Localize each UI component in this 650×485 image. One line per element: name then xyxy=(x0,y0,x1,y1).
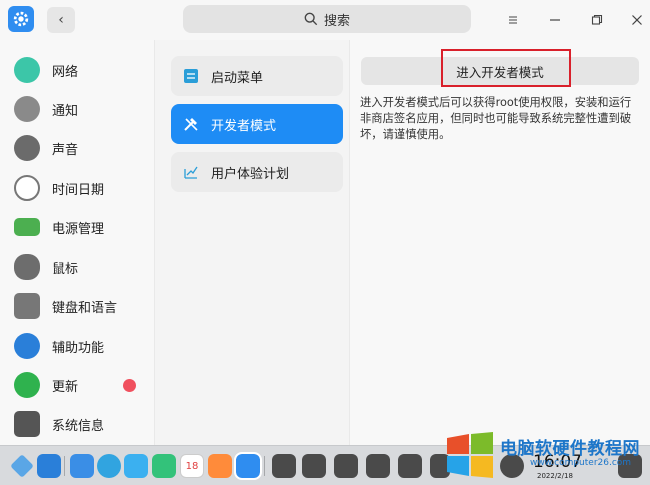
title-bar: ‹ 搜索 xyxy=(0,0,650,40)
menu-item-label: 启动菜单 xyxy=(211,70,264,86)
keyboard-icon xyxy=(14,293,40,319)
bell-icon xyxy=(14,96,40,122)
sidebar-item-update[interactable]: 更新 xyxy=(0,367,154,403)
search-icon xyxy=(304,12,318,26)
watermark-title: 电脑软硬件教程网 xyxy=(500,439,640,459)
keyboard-tray-icon[interactable] xyxy=(302,454,326,478)
sidebar-item-network[interactable]: 网络 xyxy=(0,52,154,88)
home-icon[interactable] xyxy=(37,454,61,478)
sidebar-item-label: 网络 xyxy=(52,64,79,80)
calendar-icon[interactable]: 18 xyxy=(180,454,204,478)
sidebar-item-label: 时间日期 xyxy=(52,182,105,198)
menu-item-user-experience[interactable]: 用户体验计划 xyxy=(171,152,343,192)
general-settings-menu: 启动菜单 开发者模式 用户体验计划 xyxy=(154,40,350,445)
gear-icon xyxy=(13,11,29,27)
launcher-icon[interactable] xyxy=(10,454,34,478)
dock-separator xyxy=(64,456,65,476)
network-icon xyxy=(14,57,40,83)
minimize-button[interactable] xyxy=(545,10,565,30)
sidebar-item-power[interactable]: 电源管理 xyxy=(0,209,154,245)
watermark-logo xyxy=(447,432,493,478)
menu-item-developer-mode[interactable]: 开发者模式 xyxy=(171,104,343,144)
sidebar-item-datetime[interactable]: 时间日期 xyxy=(0,170,154,206)
image-viewer-icon[interactable] xyxy=(124,454,148,478)
dock-separator xyxy=(264,456,265,476)
sidebar-item-keyboard[interactable]: 键盘和语言 xyxy=(0,288,154,324)
menu-item-boot-menu[interactable]: 启动菜单 xyxy=(171,56,343,96)
highlight-box xyxy=(441,49,571,87)
hamburger-menu-icon xyxy=(509,16,517,24)
menu-item-label: 开发者模式 xyxy=(211,118,277,134)
restore-button[interactable] xyxy=(587,10,607,30)
search-input[interactable]: 搜索 xyxy=(183,5,471,33)
browser-icon[interactable] xyxy=(97,454,121,478)
app-store-icon[interactable] xyxy=(208,454,232,478)
calendar-day: 18 xyxy=(185,460,199,472)
network-tray-icon[interactable] xyxy=(398,454,422,478)
speaker-icon xyxy=(14,135,40,161)
sidebar-item-label: 鼠标 xyxy=(52,261,79,277)
developer-mode-panel: 进入开发者模式 进入开发者模式后可以获得root使用权限，安装和运行非商店签名应… xyxy=(351,40,650,445)
sidebar-item-label: 电源管理 xyxy=(52,221,105,237)
mouse-icon xyxy=(14,254,40,280)
boot-menu-icon xyxy=(184,69,198,83)
sidebar-item-label: 通知 xyxy=(52,103,79,119)
sidebar-item-sound[interactable]: 声音 xyxy=(0,130,154,166)
system-info-icon xyxy=(14,411,40,437)
sidebar-item-accessibility[interactable]: 辅助功能 xyxy=(0,328,154,364)
back-button[interactable]: ‹ xyxy=(47,7,75,33)
magnet-icon[interactable] xyxy=(272,454,296,478)
developer-tools-icon xyxy=(184,118,198,131)
update-icon xyxy=(14,372,40,398)
minimize-icon xyxy=(550,19,560,21)
restore-icon xyxy=(591,14,603,25)
sidebar-item-notification[interactable]: 通知 xyxy=(0,91,154,127)
chevron-left-icon: ‹ xyxy=(58,12,64,28)
update-badge xyxy=(123,378,136,392)
volume-tray-icon[interactable] xyxy=(334,454,358,478)
search-placeholder: 搜索 xyxy=(323,13,350,29)
settings-sidebar: 网络 通知 声音 时间日期 电源管理 鼠标 键盘和语言 辅助功能 更新 系统信息 xyxy=(0,40,154,445)
sidebar-item-mouse[interactable]: 鼠标 xyxy=(0,249,154,285)
sidebar-item-label: 键盘和语言 xyxy=(52,300,118,316)
close-button[interactable] xyxy=(627,10,647,30)
watermark-url: www.computer26.com xyxy=(530,458,632,468)
battery-icon xyxy=(14,218,40,236)
dock-date[interactable]: 2022/2/18 xyxy=(537,472,573,480)
pen-tray-icon[interactable] xyxy=(366,454,390,478)
sidebar-item-label: 更新 xyxy=(52,379,79,395)
menu-button[interactable] xyxy=(503,10,523,30)
sidebar-item-label: 声音 xyxy=(52,142,79,158)
control-center-dock-icon[interactable] xyxy=(234,452,262,480)
clock-icon xyxy=(14,175,40,201)
accessibility-icon xyxy=(14,333,40,359)
control-center-app-icon xyxy=(8,6,34,32)
user-experience-icon xyxy=(184,166,198,179)
menu-item-label: 用户体验计划 xyxy=(211,166,290,182)
sidebar-item-label: 辅助功能 xyxy=(52,340,105,356)
developer-mode-description: 进入开发者模式后可以获得root使用权限，安装和运行非商店签名应用，但同时也可能… xyxy=(360,96,632,141)
file-manager-icon[interactable] xyxy=(70,454,94,478)
music-icon[interactable] xyxy=(152,454,176,478)
sidebar-item-system-info[interactable]: 系统信息 xyxy=(0,406,154,442)
close-icon xyxy=(632,15,642,25)
sidebar-item-label: 系统信息 xyxy=(52,418,105,434)
